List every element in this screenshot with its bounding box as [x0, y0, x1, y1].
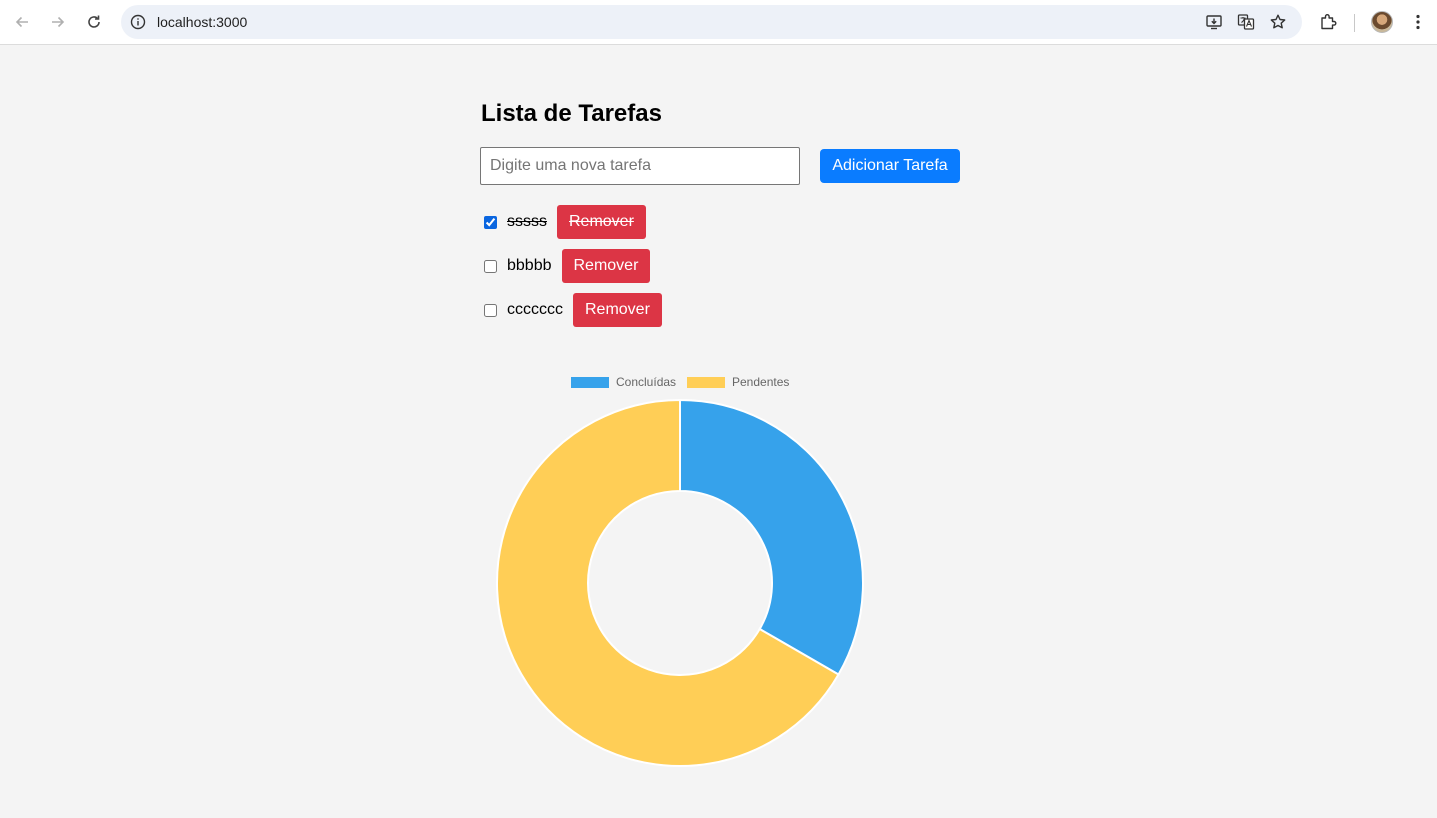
legend-label[interactable]: Concluídas — [616, 375, 676, 389]
tasks-doughnut-chart: Concluídas Pendentes — [496, 375, 864, 767]
chart-legend: Concluídas Pendentes — [571, 375, 789, 389]
chart-slices — [496, 398, 864, 767]
legend-swatch[interactable] — [571, 377, 609, 388]
chart-slice-concluidas[interactable] — [679, 398, 864, 676]
legend-label[interactable]: Pendentes — [732, 375, 789, 389]
legend-swatch[interactable] — [687, 377, 725, 388]
